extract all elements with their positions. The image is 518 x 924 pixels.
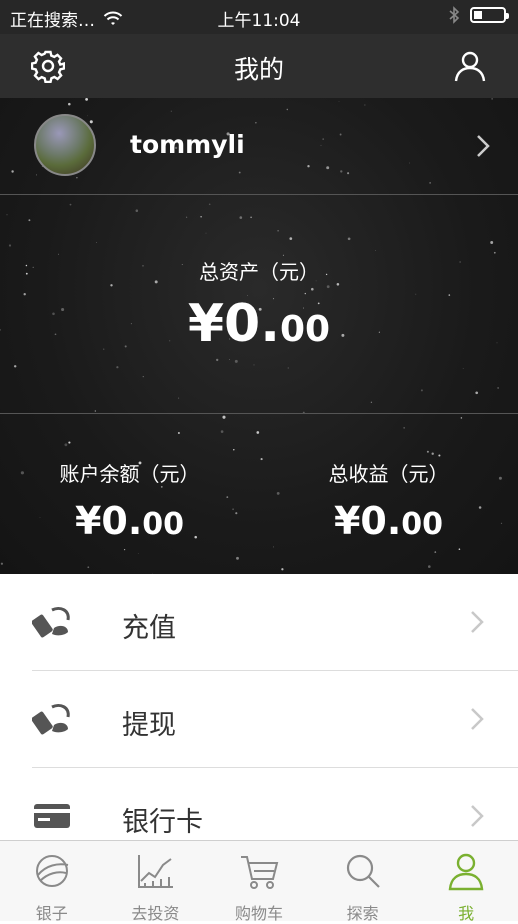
status-right: [448, 6, 509, 24]
balance-value: ¥0.00: [0, 499, 259, 543]
earnings-dec: 00: [401, 507, 444, 542]
menu-label-bank-card: 银行卡: [122, 807, 203, 838]
chevron-right-icon: [471, 611, 484, 633]
avatar[interactable]: [34, 114, 96, 176]
tab-label: 银子: [35, 904, 68, 923]
asset-panel: tommyli 总资产（元） ¥0.00 账户余额（元） ¥0.00 总收益（元…: [0, 98, 518, 574]
account-button[interactable]: [452, 48, 488, 84]
account-balance: 账户余额（元） ¥0.00: [0, 458, 259, 543]
chevron-right-icon: [471, 708, 484, 730]
profile-row[interactable]: tommyli: [0, 98, 518, 195]
bank-card-icon: [34, 804, 70, 828]
tab-bar: 银子 去投资 购物车 探索 我: [0, 840, 518, 923]
balance-int: ¥0.: [74, 499, 143, 543]
divider: [0, 413, 518, 414]
chart-icon: [138, 855, 174, 888]
earnings-value: ¥0.00: [259, 499, 518, 543]
total-assets-value: ¥0.00: [0, 294, 518, 354]
battery-icon: [470, 7, 509, 23]
menu-label-withdraw: 提现: [122, 710, 176, 741]
status-bar: 正在搜索… 上午11:04: [0, 0, 518, 34]
menu-label-recharge: 充值: [122, 613, 176, 644]
chevron-right-icon: [471, 805, 484, 827]
menu-item-withdraw[interactable]: 提现: [0, 671, 518, 768]
chevron-right-icon: [477, 135, 490, 157]
menu-item-recharge[interactable]: 充值: [0, 574, 518, 671]
tab-yinzi[interactable]: 银子: [0, 841, 104, 923]
earnings-int: ¥0.: [333, 499, 402, 543]
cart-icon: [240, 856, 279, 889]
tab-label: 去投资: [131, 904, 180, 923]
withdraw-icon: [32, 703, 70, 735]
total-assets-dec: 00: [280, 309, 331, 350]
total-assets-label: 总资产（元）: [199, 260, 319, 284]
tab-label: 我: [458, 904, 475, 923]
recharge-icon: [32, 606, 70, 638]
action-menu: 充值 提现 银行卡: [0, 574, 518, 865]
tab-me[interactable]: 我: [414, 841, 518, 923]
bluetooth-icon: [449, 6, 460, 24]
tab-label: 探索: [346, 904, 379, 923]
status-time: 上午11:04: [217, 11, 301, 31]
page-title: 我的: [233, 55, 284, 84]
search-icon: [346, 854, 380, 888]
person-icon: [448, 853, 484, 891]
tab-cart[interactable]: 购物车: [207, 841, 311, 923]
balance-label: 账户余额（元）: [59, 462, 200, 486]
user-icon: [454, 51, 486, 82]
tab-explore[interactable]: 探索: [311, 841, 415, 923]
nav-bar: 我的: [0, 34, 518, 99]
total-earnings: 总收益（元） ¥0.00: [259, 458, 518, 543]
tab-label: 购物车: [234, 904, 283, 923]
balance-dec: 00: [142, 507, 185, 542]
total-assets-int: ¥0.: [187, 294, 280, 354]
leaf-icon: [35, 855, 68, 887]
earnings-label: 总收益（元）: [328, 462, 449, 486]
username: tommyli: [130, 130, 245, 159]
tab-invest[interactable]: 去投资: [104, 841, 208, 923]
